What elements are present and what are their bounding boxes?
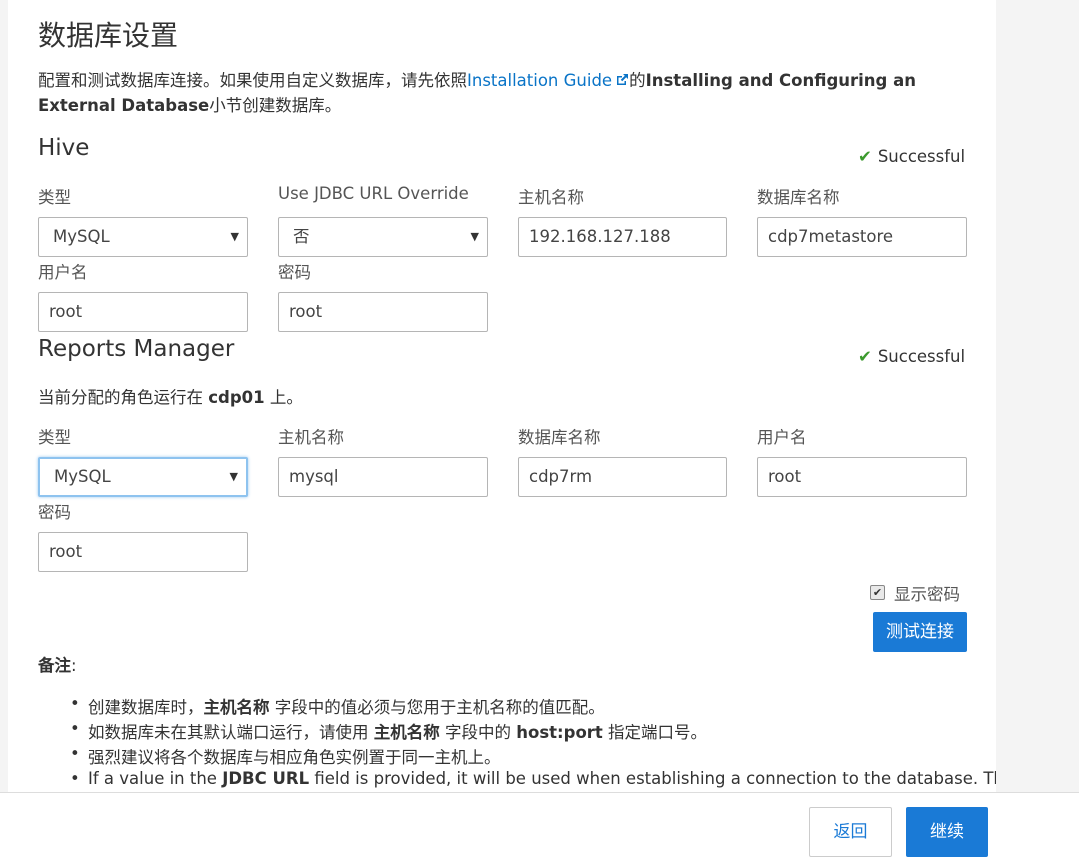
reports-host-label: 主机名称 xyxy=(278,428,344,447)
hive-section-title: Hive xyxy=(38,135,90,161)
hive-host-input[interactable]: 192.168.127.188 xyxy=(518,217,727,257)
notes-title: 备注: xyxy=(38,652,77,676)
reports-host-input[interactable]: mysql xyxy=(278,457,488,497)
note-1-pre: 创建数据库时， xyxy=(88,698,204,717)
reports-assigned-host: 当前分配的角色运行在 cdp01 上。 xyxy=(38,384,303,408)
installation-guide-link-text: Installation Guide xyxy=(467,71,613,90)
assigned-post: 上。 xyxy=(264,388,303,407)
note-4-bold: JDBC URL xyxy=(222,769,310,788)
reports-section-title: Reports Manager xyxy=(38,336,235,362)
checkmark-icon: ✔ xyxy=(858,347,872,366)
dropdown-arrow-icon: ▼ xyxy=(229,470,238,483)
note-item-2: 如数据库未在其默认端口运行，请使用 主机名称 字段中的 host:port 指定… xyxy=(70,719,988,743)
hive-dbname-label: 数据库名称 xyxy=(757,188,840,207)
note-item-1: 创建数据库时，主机名称 字段中的值必须与您用于主机名称的值匹配。 xyxy=(70,694,988,718)
note-2-mid: 字段中的 xyxy=(439,723,517,742)
checkmark-icon: ✔ xyxy=(858,147,872,166)
page-title: 数据库设置 xyxy=(38,19,179,52)
note-2-bold2: host:port xyxy=(516,723,603,742)
reports-dbname-label: 数据库名称 xyxy=(518,428,601,447)
reports-dbname-input[interactable]: cdp7rm xyxy=(518,457,727,497)
note-1-bold: 主机名称 xyxy=(203,698,270,717)
hive-status-text: Successful xyxy=(877,147,966,166)
show-password-label: 显示密码 xyxy=(894,585,960,604)
footer-bar: 返回 继续 xyxy=(0,792,1079,865)
hive-dbname-input[interactable]: cdp7metastore xyxy=(757,217,967,257)
back-button[interactable]: 返回 xyxy=(809,807,892,857)
intro-pre: 配置和测试数据库连接。如果使用自定义数据库，请先依照 xyxy=(38,71,467,90)
show-password-checkbox[interactable]: ✔ xyxy=(870,585,885,600)
assigned-host: cdp01 xyxy=(208,388,265,407)
assigned-pre: 当前分配的角色运行在 xyxy=(38,388,209,407)
reports-status-text: Successful xyxy=(877,347,966,366)
external-link-icon xyxy=(617,74,629,85)
reports-type-value: MySQL xyxy=(54,467,111,486)
note-4-pre: If a value in the xyxy=(88,769,223,788)
note-4-post: field is provided, it will be used when … xyxy=(309,769,996,788)
note-item-3: 强烈建议将各个数据库与相应角色实例置于同一主机上。 xyxy=(70,744,988,768)
hive-jdbc-value: 否 xyxy=(293,227,310,246)
dropdown-arrow-icon: ▼ xyxy=(230,230,239,243)
main-panel: 数据库设置 配置和测试数据库连接。如果使用自定义数据库，请先依照Installa… xyxy=(8,0,996,792)
hive-jdbc-select[interactable]: 否 ▼ xyxy=(278,217,488,257)
note-2-pre: 如数据库未在其默认端口运行，请使用 xyxy=(88,723,374,742)
reports-user-input[interactable]: root xyxy=(757,457,967,497)
reports-type-label: 类型 xyxy=(38,428,71,447)
continue-button[interactable]: 继续 xyxy=(906,807,988,857)
note-item-4: If a value in the JDBC URL field is prov… xyxy=(70,769,996,788)
hive-host-label: 主机名称 xyxy=(518,188,584,207)
intro-text: 配置和测试数据库连接。如果使用自定义数据库，请先依照Installation G… xyxy=(38,68,978,118)
installation-guide-link[interactable]: Installation Guide xyxy=(467,71,629,90)
intro-post: 小节创建数据库。 xyxy=(209,96,342,115)
hive-jdbc-label: Use JDBC URL Override xyxy=(278,184,469,203)
note-2-post: 指定端口号。 xyxy=(602,723,708,742)
notes-title-text: 备注 xyxy=(38,656,71,675)
hive-status: ✔ Successful xyxy=(858,147,965,166)
notes-title-colon: : xyxy=(71,656,77,675)
hive-user-input[interactable]: root xyxy=(38,292,248,332)
reports-password-input[interactable]: root xyxy=(38,532,248,572)
reports-status: ✔ Successful xyxy=(858,347,965,366)
dropdown-arrow-icon: ▼ xyxy=(470,230,479,243)
hive-type-value: MySQL xyxy=(53,227,110,246)
note-3-text: 强烈建议将各个数据库与相应角色实例置于同一主机上。 xyxy=(88,748,501,767)
hive-password-label: 密码 xyxy=(278,263,311,282)
hive-type-select[interactable]: MySQL ▼ xyxy=(38,217,248,257)
note-2-bold: 主机名称 xyxy=(373,723,440,742)
reports-user-label: 用户名 xyxy=(757,428,807,447)
intro-mid: 的 xyxy=(629,71,646,90)
hive-user-label: 用户名 xyxy=(38,263,88,282)
hive-type-label: 类型 xyxy=(38,188,71,207)
hive-password-input[interactable]: root xyxy=(278,292,488,332)
reports-password-label: 密码 xyxy=(38,503,71,522)
test-connection-button[interactable]: 测试连接 xyxy=(873,612,967,652)
note-1-post: 字段中的值必须与您用于主机名称的值匹配。 xyxy=(269,698,605,717)
reports-type-select[interactable]: MySQL ▼ xyxy=(38,457,248,497)
